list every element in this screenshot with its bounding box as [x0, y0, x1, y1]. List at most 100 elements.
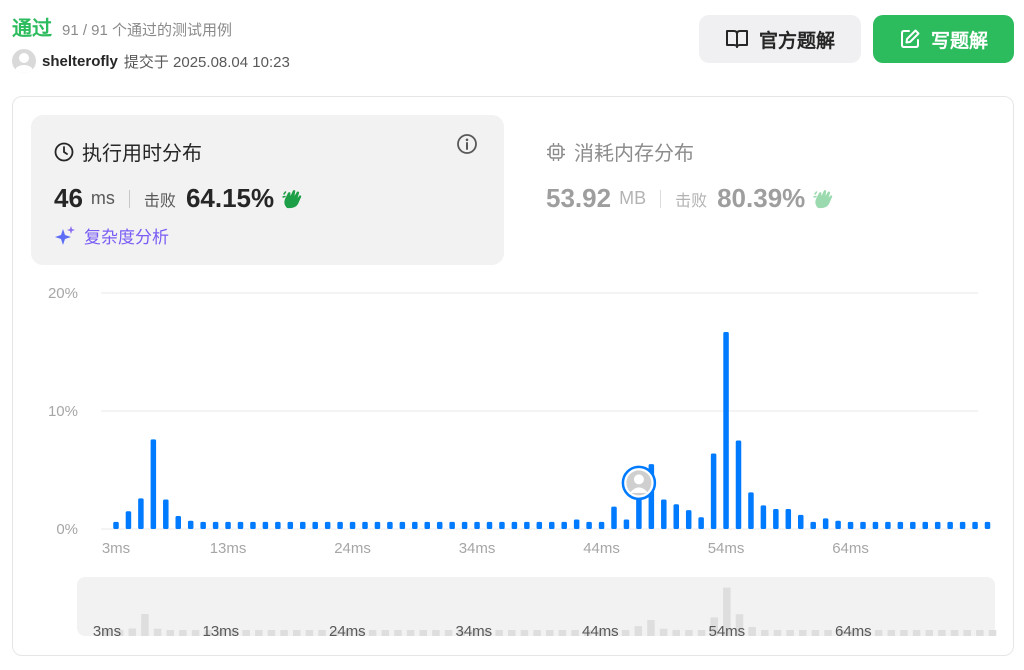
x-axis: 3ms 13ms 24ms 34ms 44ms 54ms 64ms	[102, 540, 869, 557]
bar	[885, 521, 891, 529]
overview-bar	[305, 630, 314, 636]
overview-bar	[267, 630, 276, 636]
overview-bar	[166, 630, 174, 636]
bar	[972, 521, 978, 529]
x-tick-label: 34ms	[459, 540, 496, 557]
bar	[300, 521, 306, 529]
overview-x-tick-label: 24ms	[329, 623, 366, 640]
overview-bar	[697, 630, 706, 636]
bar	[312, 521, 318, 529]
overview-bar	[963, 630, 971, 636]
overview-bar	[748, 627, 756, 636]
overview-bar	[381, 630, 390, 636]
bar	[773, 508, 779, 529]
bar-series	[113, 331, 991, 529]
overview-bar	[659, 628, 668, 636]
overview-x-tick-label: 13ms	[203, 623, 240, 640]
y-axis: 0% 10% 20%	[48, 285, 78, 538]
overview-bar	[799, 630, 807, 636]
bar	[910, 521, 916, 529]
bar	[810, 521, 816, 529]
bar	[922, 521, 928, 529]
bar	[424, 521, 430, 529]
bar	[412, 521, 418, 529]
bar	[163, 499, 169, 529]
x-tick-label: 54ms	[708, 540, 745, 557]
bar	[287, 521, 294, 529]
bar	[125, 511, 132, 529]
bar	[324, 521, 331, 529]
bar	[847, 521, 854, 529]
bar	[798, 514, 804, 529]
overview-bar	[887, 630, 896, 636]
bar	[499, 521, 505, 529]
overview-bar	[988, 630, 997, 636]
bar	[524, 521, 530, 529]
bar	[337, 521, 343, 529]
overview-x-tick-label: 54ms	[709, 623, 746, 640]
overview-bar	[318, 630, 326, 636]
overview-bar	[242, 630, 250, 636]
bar	[138, 498, 144, 529]
overview-bar	[925, 630, 933, 636]
overview-bar	[938, 630, 946, 636]
bar	[387, 521, 393, 529]
bar	[611, 506, 617, 529]
overview-bar	[444, 630, 453, 636]
overview-bar	[533, 630, 541, 636]
range-overview-slider[interactable]: 3ms 13ms 24ms 34ms 44ms 54ms 64ms	[77, 577, 997, 640]
overview-bar	[811, 630, 820, 636]
overview-bar	[647, 620, 655, 636]
overview-bar	[128, 628, 137, 636]
overview-x-tick-label: 34ms	[456, 623, 493, 640]
bar	[835, 520, 841, 529]
overview-bar	[634, 626, 643, 636]
x-tick-label: 24ms	[334, 540, 371, 557]
current-submission-marker	[621, 465, 657, 501]
overview-bar	[153, 628, 162, 636]
bar	[175, 516, 181, 529]
overview-bar	[558, 630, 567, 636]
bar	[959, 521, 966, 529]
bar	[661, 499, 667, 529]
bar	[947, 521, 953, 529]
overview-x-tick-label: 3ms	[93, 623, 121, 640]
bar	[573, 519, 580, 529]
bar	[897, 521, 904, 529]
bar	[237, 521, 244, 529]
bar	[549, 521, 555, 529]
overview-x-tick-label: 64ms	[835, 623, 872, 640]
overview-bar	[761, 630, 769, 636]
overview-bar	[950, 630, 959, 636]
bar	[785, 508, 792, 529]
bar	[113, 521, 119, 529]
bar	[860, 521, 866, 529]
overview-bar	[912, 630, 921, 636]
bar	[200, 521, 206, 529]
bar	[449, 521, 455, 529]
overview-bar	[293, 630, 301, 636]
bar	[673, 504, 679, 529]
bar	[984, 521, 991, 529]
bar	[934, 521, 941, 529]
overview-bar	[546, 630, 554, 636]
bar	[536, 521, 543, 529]
overview-bar	[824, 630, 832, 636]
y-tick-label: 20%	[48, 285, 78, 302]
bar	[623, 519, 630, 529]
overview-bar	[368, 630, 377, 636]
y-tick-label: 0%	[56, 521, 78, 538]
x-tick-label: 44ms	[583, 540, 620, 557]
bar	[461, 521, 468, 529]
overview-bar	[179, 630, 187, 636]
bar	[872, 521, 879, 529]
overview-bar	[520, 630, 529, 636]
bar	[561, 521, 567, 529]
overview-bar	[672, 629, 680, 636]
bar	[212, 521, 219, 529]
bar	[150, 439, 157, 529]
overview-bar	[406, 630, 415, 636]
chart-grid	[101, 292, 978, 530]
bar	[748, 492, 754, 529]
overview-bar	[191, 630, 200, 636]
